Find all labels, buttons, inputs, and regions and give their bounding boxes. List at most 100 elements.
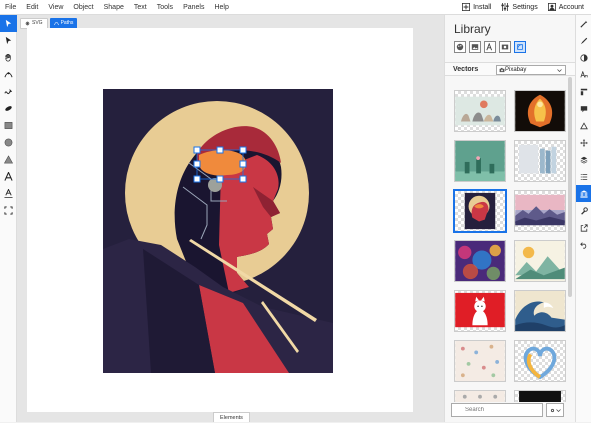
polygon-tool[interactable]	[0, 151, 17, 168]
crop-tool[interactable]	[0, 202, 17, 219]
menu-object[interactable]: Object	[68, 0, 98, 15]
right-tool-stroke[interactable]	[576, 32, 591, 49]
library-category-icons	[454, 41, 526, 53]
thumbnail-robot-head-selected[interactable]	[454, 190, 506, 232]
menu-panels[interactable]: Panels	[178, 0, 209, 15]
library-search-bar	[451, 403, 564, 417]
triangle-icon	[4, 155, 13, 164]
selection-handle-se[interactable]	[239, 175, 247, 183]
elements-tab[interactable]: Elements	[213, 412, 250, 422]
layers-icon	[580, 156, 588, 164]
menu-edit[interactable]: Edit	[21, 0, 43, 15]
library-font-button[interactable]	[484, 41, 496, 53]
selection-handle-sw[interactable]	[193, 175, 201, 183]
right-tool-layers[interactable]	[576, 151, 591, 168]
account-button[interactable]: Account	[543, 3, 589, 11]
dots-illustration	[455, 391, 505, 402]
artwork-canvas[interactable]	[103, 89, 333, 373]
vectors-label: Vectors	[453, 66, 479, 73]
rectangle-tool[interactable]	[0, 117, 17, 134]
wrench-icon	[581, 206, 588, 215]
node-tool[interactable]	[0, 32, 17, 49]
left-toolbar	[0, 15, 17, 422]
right-tool-comments[interactable]	[576, 100, 591, 117]
library-building-icon	[580, 189, 588, 198]
text-path-icon	[4, 189, 13, 198]
bokeh-illustration	[455, 241, 505, 281]
document-page[interactable]	[27, 28, 413, 412]
right-tool-undo[interactable]	[576, 236, 591, 253]
library-panel: Library Vectors Pixabay	[444, 15, 575, 422]
source-select[interactable]: Pixabay	[496, 65, 566, 75]
library-image-button[interactable]	[469, 41, 481, 53]
thumbnail-hills-sun[interactable]	[514, 240, 566, 282]
thumbnail-cats[interactable]	[454, 90, 506, 132]
library-vectors-button[interactable]	[514, 41, 526, 53]
menu-tools[interactable]: Tools	[152, 0, 178, 15]
right-tool-export[interactable]	[576, 219, 591, 236]
right-tool-align[interactable]	[576, 83, 591, 100]
menu-shape[interactable]: Shape	[99, 0, 129, 15]
photo-icon	[501, 44, 509, 50]
thumbnail-bokeh[interactable]	[454, 240, 506, 282]
font-icon	[486, 43, 493, 51]
svg-doc-icon	[25, 21, 30, 26]
right-tool-list[interactable]	[576, 168, 591, 185]
right-tool-brush-settings[interactable]	[576, 15, 591, 32]
menu-help[interactable]: Help	[209, 0, 233, 15]
thumbnail-white-cat[interactable]	[454, 290, 506, 332]
right-tool-tools[interactable]	[576, 202, 591, 219]
brush-tool[interactable]	[0, 100, 17, 117]
camera-icon	[499, 67, 505, 73]
right-tool-shapes[interactable]	[576, 117, 591, 134]
library-title: Library	[454, 22, 491, 36]
ellipse-icon	[4, 138, 13, 147]
library-scrollbar[interactable]	[568, 77, 572, 297]
selection-handle-nw[interactable]	[193, 146, 201, 154]
vectors-icon	[517, 44, 523, 50]
thumbnail-dots[interactable]	[454, 390, 506, 402]
pencil-tool[interactable]	[0, 83, 17, 100]
robot-head-illustration	[464, 192, 496, 230]
selection-handle-n[interactable]	[216, 146, 224, 154]
right-tool-library[interactable]	[576, 185, 591, 202]
thumbnail-fire-angel[interactable]	[514, 90, 566, 132]
menu-file[interactable]: File	[0, 0, 21, 15]
thumbnail-dark[interactable]	[514, 390, 566, 402]
text-path-tool[interactable]	[0, 185, 17, 202]
library-color-button[interactable]	[454, 41, 466, 53]
selection-handle-ne[interactable]	[239, 146, 247, 154]
library-photo-button[interactable]	[499, 41, 511, 53]
menu-view[interactable]: View	[43, 0, 68, 15]
hand-tool[interactable]	[0, 49, 17, 66]
install-icon	[462, 3, 471, 11]
pen-tool[interactable]	[0, 66, 17, 83]
move-arrows-icon	[580, 138, 588, 147]
align-icon	[580, 88, 588, 95]
thumbnail-mountain-sunset[interactable]	[514, 190, 566, 232]
thumbnail-heart-ribbon[interactable]	[514, 340, 566, 382]
canvas-area[interactable]: SVG Paths Elements	[17, 15, 444, 422]
thumbnail-cactus[interactable]	[454, 140, 506, 182]
select-tool[interactable]	[0, 15, 17, 32]
list-icon	[580, 173, 588, 180]
thumbnail-books[interactable]	[514, 140, 566, 182]
thumbnail-great-wave[interactable]	[514, 290, 566, 332]
selection-handle-w[interactable]	[193, 160, 201, 168]
search-input[interactable]	[451, 403, 543, 417]
text-tool[interactable]	[0, 168, 17, 185]
ellipse-tool[interactable]	[0, 134, 17, 151]
right-tool-move[interactable]	[576, 134, 591, 151]
selection-handle-e[interactable]	[239, 160, 247, 168]
brain-shape[interactable]	[199, 150, 247, 176]
search-options-button[interactable]	[546, 403, 564, 417]
thumbnail-pattern[interactable]	[454, 340, 506, 382]
right-tool-fill[interactable]	[576, 49, 591, 66]
right-tool-typography[interactable]	[576, 66, 591, 83]
selection-handle-s[interactable]	[216, 175, 224, 183]
install-button[interactable]: Install	[457, 3, 496, 11]
settings-button[interactable]: Settings	[496, 3, 542, 11]
cactus-illustration	[455, 141, 505, 181]
account-label: Account	[558, 3, 584, 11]
menu-text[interactable]: Text	[129, 0, 152, 15]
